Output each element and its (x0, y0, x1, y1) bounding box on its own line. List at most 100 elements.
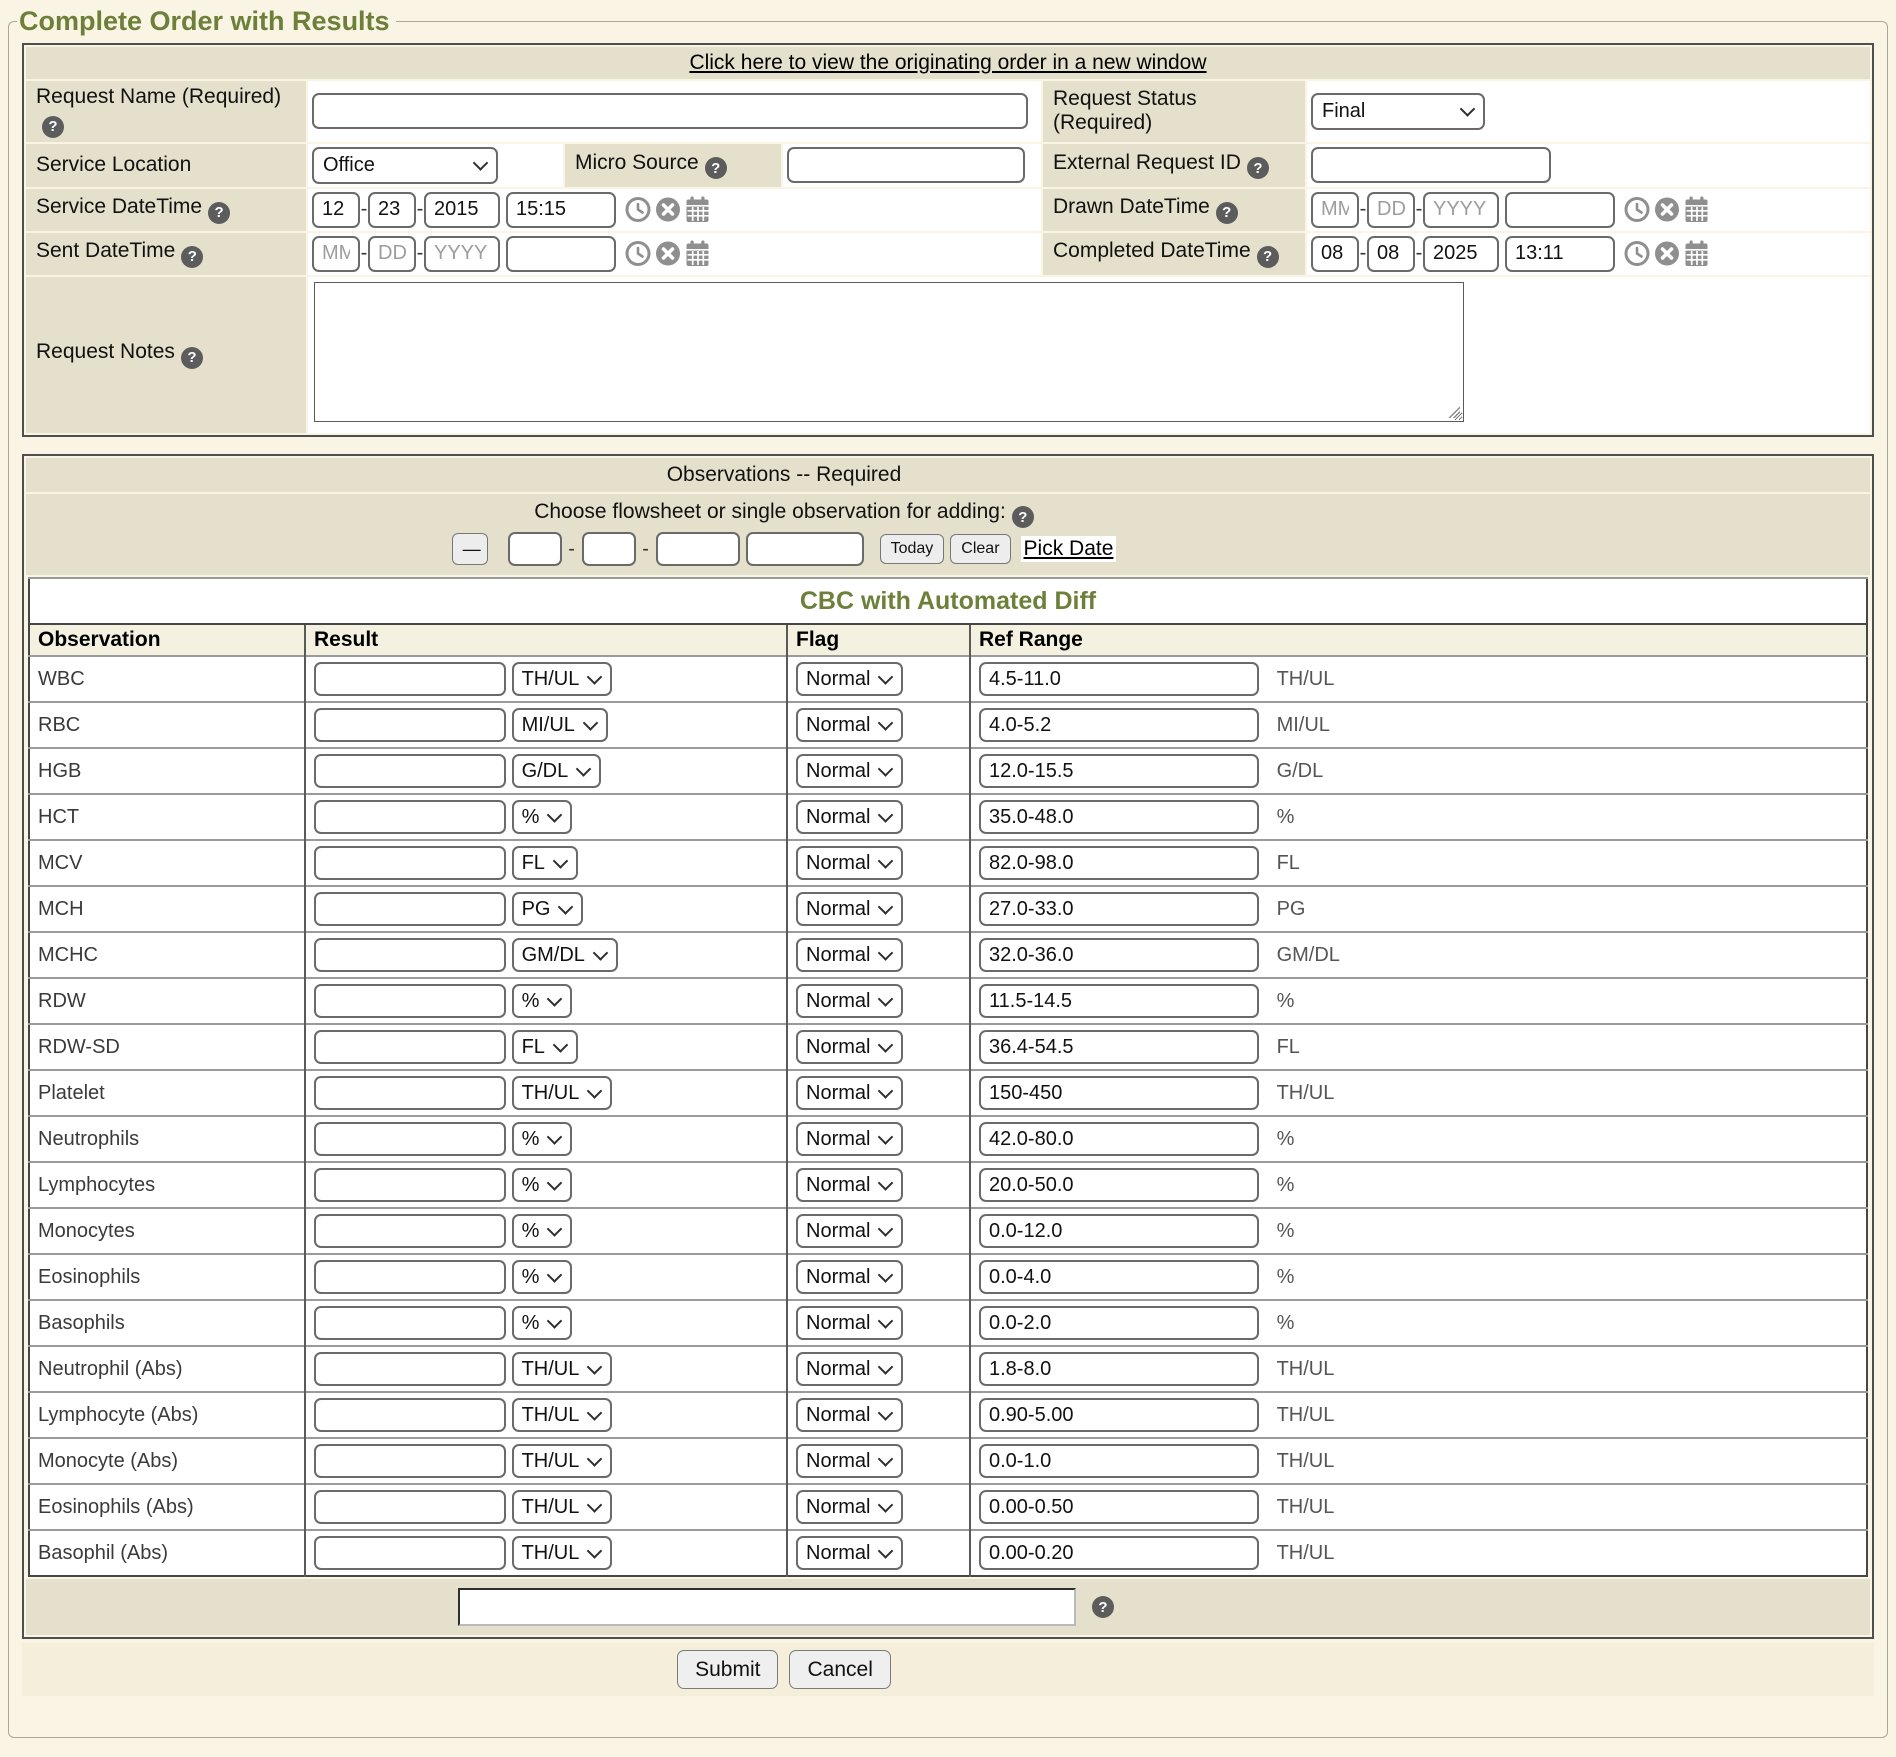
ref-range-input[interactable] (979, 662, 1259, 696)
help-icon[interactable] (208, 202, 230, 224)
ref-range-input[interactable] (979, 1444, 1259, 1478)
result-unit-select[interactable]: % (512, 1306, 572, 1340)
completed-month-input[interactable] (1311, 236, 1359, 272)
result-unit-select[interactable]: FL (512, 846, 578, 880)
result-unit-select[interactable]: TH/UL (512, 1444, 612, 1478)
ref-range-input[interactable] (979, 892, 1259, 926)
result-input[interactable] (314, 1076, 506, 1110)
result-unit-select[interactable]: TH/UL (512, 1490, 612, 1524)
ref-range-input[interactable] (979, 1030, 1259, 1064)
remove-observation-button[interactable]: — (452, 533, 488, 565)
calendar-icon[interactable] (685, 196, 710, 223)
result-input[interactable] (314, 1306, 506, 1340)
flag-select[interactable]: Normal (796, 1168, 903, 1202)
result-unit-select[interactable]: G/DL (512, 754, 601, 788)
flag-select[interactable]: Normal (796, 708, 903, 742)
sent-year-input[interactable] (424, 236, 500, 272)
view-originating-order-link[interactable]: Click here to view the originating order… (689, 51, 1206, 74)
help-icon[interactable] (1092, 1596, 1114, 1618)
ref-range-input[interactable] (979, 1536, 1259, 1570)
ref-range-input[interactable] (979, 800, 1259, 834)
service-day-input[interactable] (368, 192, 416, 228)
ref-range-input[interactable] (979, 1398, 1259, 1432)
flag-select[interactable]: Normal (796, 662, 903, 696)
ref-range-input[interactable] (979, 1122, 1259, 1156)
ref-range-input[interactable] (979, 1076, 1259, 1110)
help-icon[interactable] (42, 116, 64, 138)
completed-time-input[interactable] (1505, 236, 1615, 272)
flag-select[interactable]: Normal (796, 846, 903, 880)
calendar-icon[interactable] (685, 240, 710, 267)
result-input[interactable] (314, 708, 506, 742)
result-unit-select[interactable]: TH/UL (512, 1536, 612, 1570)
ref-range-input[interactable] (979, 1260, 1259, 1294)
result-input[interactable] (314, 754, 506, 788)
flag-select[interactable]: Normal (796, 1214, 903, 1248)
result-unit-select[interactable]: GM/DL (512, 938, 618, 972)
result-unit-select[interactable]: % (512, 1168, 572, 1202)
cancel-button[interactable]: Cancel (789, 1650, 890, 1689)
result-input[interactable] (314, 984, 506, 1018)
clear-datetime-icon[interactable] (655, 196, 681, 223)
chooser-time-input[interactable] (746, 532, 864, 566)
result-unit-select[interactable]: % (512, 800, 572, 834)
service-year-input[interactable] (424, 192, 500, 228)
clock-icon[interactable] (625, 196, 651, 223)
ref-range-input[interactable] (979, 938, 1259, 972)
result-input[interactable] (314, 1398, 506, 1432)
completed-year-input[interactable] (1423, 236, 1499, 272)
result-unit-select[interactable]: % (512, 1122, 572, 1156)
service-time-input[interactable] (506, 192, 616, 228)
ref-range-input[interactable] (979, 984, 1259, 1018)
result-unit-select[interactable]: % (512, 1260, 572, 1294)
service-month-input[interactable] (312, 192, 360, 228)
result-unit-select[interactable]: TH/UL (512, 1076, 612, 1110)
chooser-day-input[interactable] (582, 532, 636, 566)
drawn-time-input[interactable] (1505, 192, 1615, 228)
result-input[interactable] (314, 1536, 506, 1570)
help-icon[interactable] (705, 157, 727, 179)
result-input[interactable] (314, 800, 506, 834)
result-input[interactable] (314, 662, 506, 696)
observation-note-input[interactable] (458, 1588, 1076, 1626)
external-request-id-input[interactable] (1311, 147, 1551, 183)
flag-select[interactable]: Normal (796, 1398, 903, 1432)
clear-datetime-icon[interactable] (1654, 240, 1680, 267)
drawn-year-input[interactable] (1423, 192, 1499, 228)
result-input[interactable] (314, 1352, 506, 1386)
flag-select[interactable]: Normal (796, 1536, 903, 1570)
completed-day-input[interactable] (1367, 236, 1415, 272)
service-location-select[interactable]: Office (312, 147, 498, 184)
result-unit-select[interactable]: TH/UL (512, 1398, 612, 1432)
today-button[interactable]: Today (880, 534, 945, 564)
clock-icon[interactable] (1624, 196, 1650, 223)
flag-select[interactable]: Normal (796, 984, 903, 1018)
result-unit-select[interactable]: MI/UL (512, 708, 608, 742)
request-name-input[interactable] (312, 93, 1028, 129)
drawn-day-input[interactable] (1367, 192, 1415, 228)
help-icon[interactable] (1257, 246, 1279, 268)
ref-range-input[interactable] (979, 1306, 1259, 1340)
result-unit-select[interactable]: % (512, 1214, 572, 1248)
result-unit-select[interactable]: TH/UL (512, 662, 612, 696)
help-icon[interactable] (181, 246, 203, 268)
flag-select[interactable]: Normal (796, 1122, 903, 1156)
flag-select[interactable]: Normal (796, 1444, 903, 1478)
submit-button[interactable]: Submit (677, 1650, 778, 1689)
ref-range-input[interactable] (979, 1490, 1259, 1524)
sent-day-input[interactable] (368, 236, 416, 272)
clear-button[interactable]: Clear (950, 534, 1010, 564)
chooser-year-input[interactable] (656, 532, 740, 566)
ref-range-input[interactable] (979, 754, 1259, 788)
flag-select[interactable]: Normal (796, 892, 903, 926)
help-icon[interactable] (181, 347, 203, 369)
chooser-month-input[interactable] (508, 532, 562, 566)
ref-range-input[interactable] (979, 1168, 1259, 1202)
micro-source-input[interactable] (787, 147, 1025, 183)
help-icon[interactable] (1247, 157, 1269, 179)
drawn-month-input[interactable] (1311, 192, 1359, 228)
clear-datetime-icon[interactable] (1654, 196, 1680, 223)
result-input[interactable] (314, 846, 506, 880)
result-unit-select[interactable]: FL (512, 1030, 578, 1064)
result-unit-select[interactable]: PG (512, 892, 583, 926)
